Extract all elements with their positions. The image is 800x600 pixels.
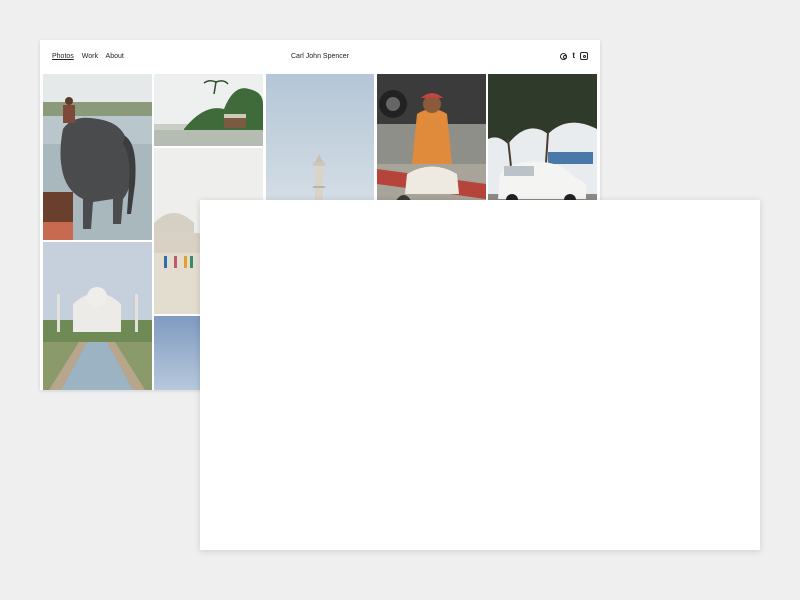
dribbble-icon[interactable] [560, 52, 568, 60]
photo-taj-mahal-pool[interactable] [43, 242, 152, 390]
photo-backwater[interactable] [154, 74, 263, 146]
overlay-panel [200, 200, 760, 550]
site-title[interactable]: Carl John Spencer [40, 53, 600, 60]
site-header: Photos Work About Carl John Spencer t [40, 40, 600, 74]
social-links: t [560, 51, 588, 61]
photo-elephant[interactable] [43, 74, 152, 240]
instagram-icon[interactable] [580, 52, 588, 60]
tumblr-icon[interactable]: t [572, 51, 575, 61]
